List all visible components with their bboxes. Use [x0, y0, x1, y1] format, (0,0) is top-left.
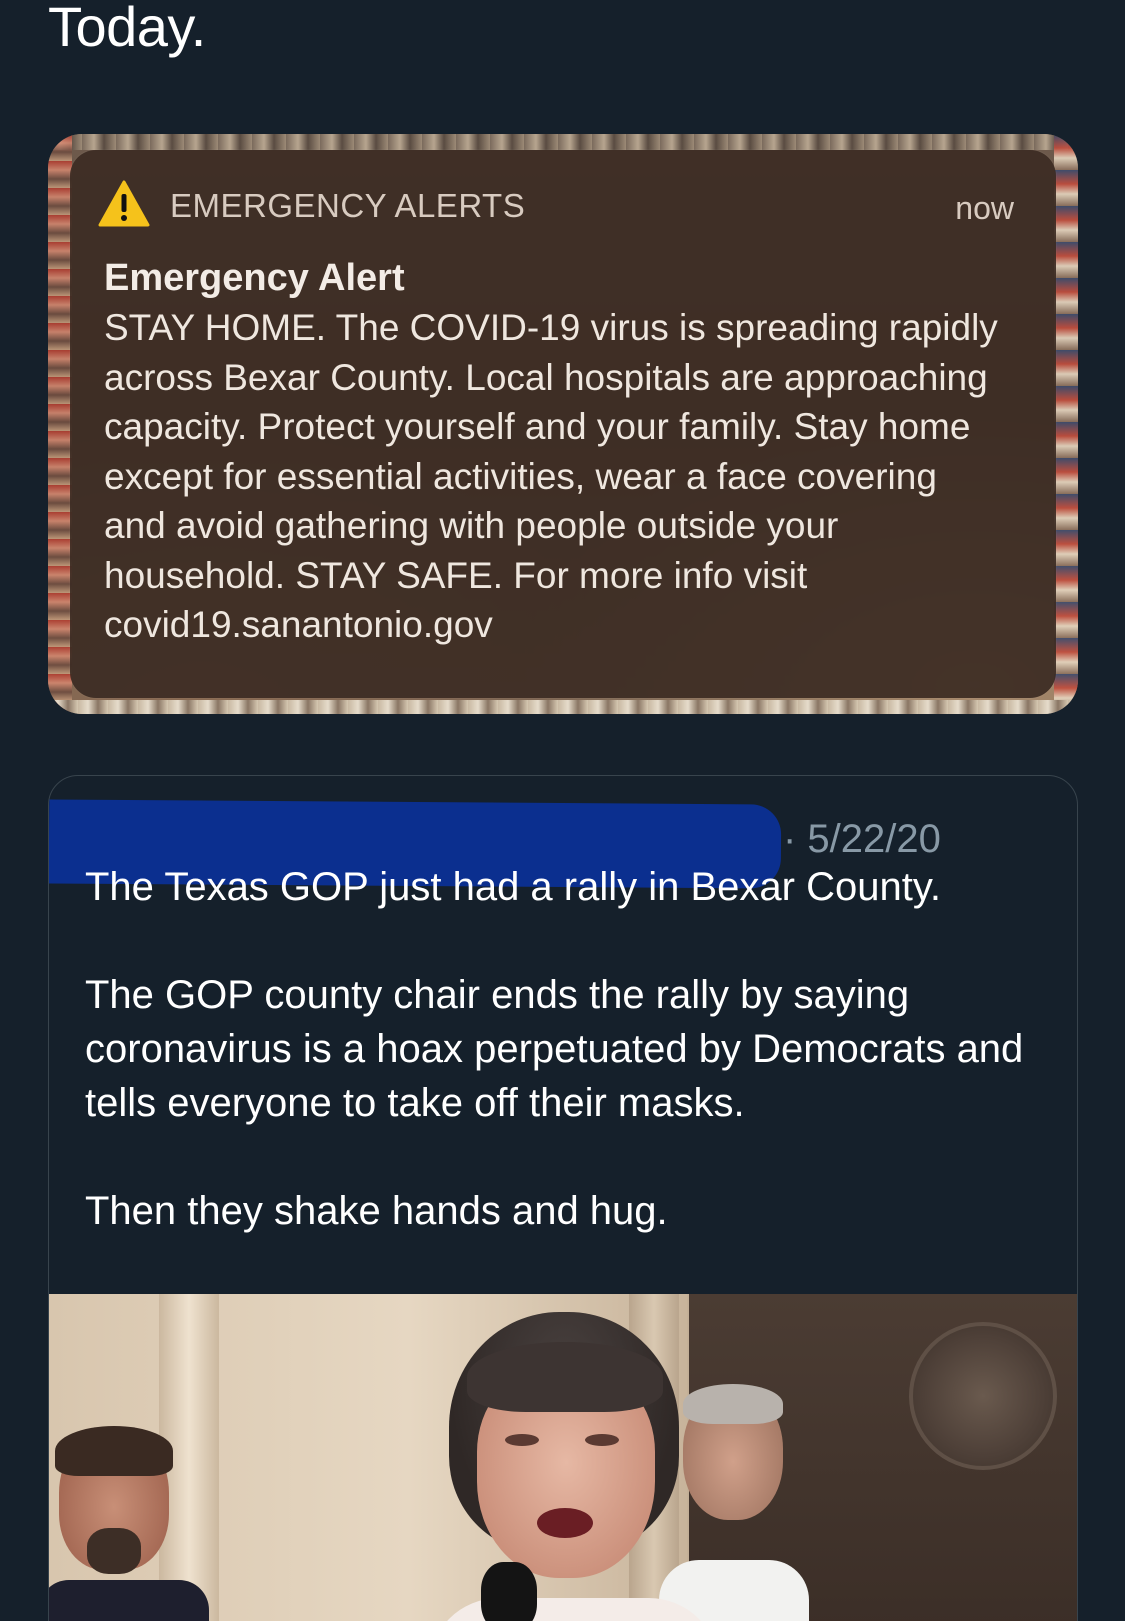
microphone-icon	[481, 1562, 537, 1621]
background-crowd-bottom	[48, 700, 1078, 714]
background-crowd	[48, 134, 1078, 150]
person-suit	[49, 1580, 209, 1621]
person-left	[49, 1426, 209, 1621]
speaker-eye	[585, 1434, 619, 1446]
alert-body: STAY HOME. The COVID-19 virus is spreadi…	[104, 307, 998, 645]
tweet-text: Today.	[48, 0, 206, 58]
door-medallion	[909, 1322, 1057, 1470]
alert-title: Emergency Alert	[104, 257, 405, 299]
quoted-tweet[interactable]: · 5/22/20 The Texas GOP just had a rally…	[48, 775, 1078, 1621]
background-crowd-right	[1054, 134, 1078, 714]
speaker-mouth	[537, 1508, 593, 1538]
tweet-screenshot: Today. EMERGENCY ALERTS now Emergency Al…	[0, 0, 1125, 1621]
quoted-tweet-paragraph: Then they shake hands and hug.	[85, 1189, 668, 1233]
background-crowd-left	[48, 134, 72, 714]
speaker-eye	[505, 1434, 539, 1446]
quoted-tweet-photo[interactable]	[49, 1294, 1077, 1621]
alert-header: EMERGENCY ALERTS now	[98, 180, 1026, 232]
alert-app-name: EMERGENCY ALERTS	[170, 187, 526, 224]
quoted-tweet-paragraph: The GOP county chair ends the rally by s…	[85, 973, 1024, 1125]
warning-triangle-icon	[98, 180, 150, 227]
speaker-body	[429, 1598, 719, 1621]
quoted-tweet-paragraph: The Texas GOP just had a rally in Bexar …	[85, 865, 941, 909]
quoted-tweet-text: The Texas GOP just had a rally in Bexar …	[85, 860, 1045, 1292]
person-hair	[55, 1426, 173, 1476]
alert-time: now	[955, 190, 1014, 226]
person-beard	[87, 1528, 141, 1574]
quoted-tweet-date: · 5/22/20	[783, 817, 941, 861]
speaker-bangs	[467, 1342, 663, 1412]
emergency-alert-notification: EMERGENCY ALERTS now Emergency Alert STA…	[70, 150, 1056, 698]
alert-screenshot-image[interactable]: EMERGENCY ALERTS now Emergency Alert STA…	[48, 134, 1078, 714]
